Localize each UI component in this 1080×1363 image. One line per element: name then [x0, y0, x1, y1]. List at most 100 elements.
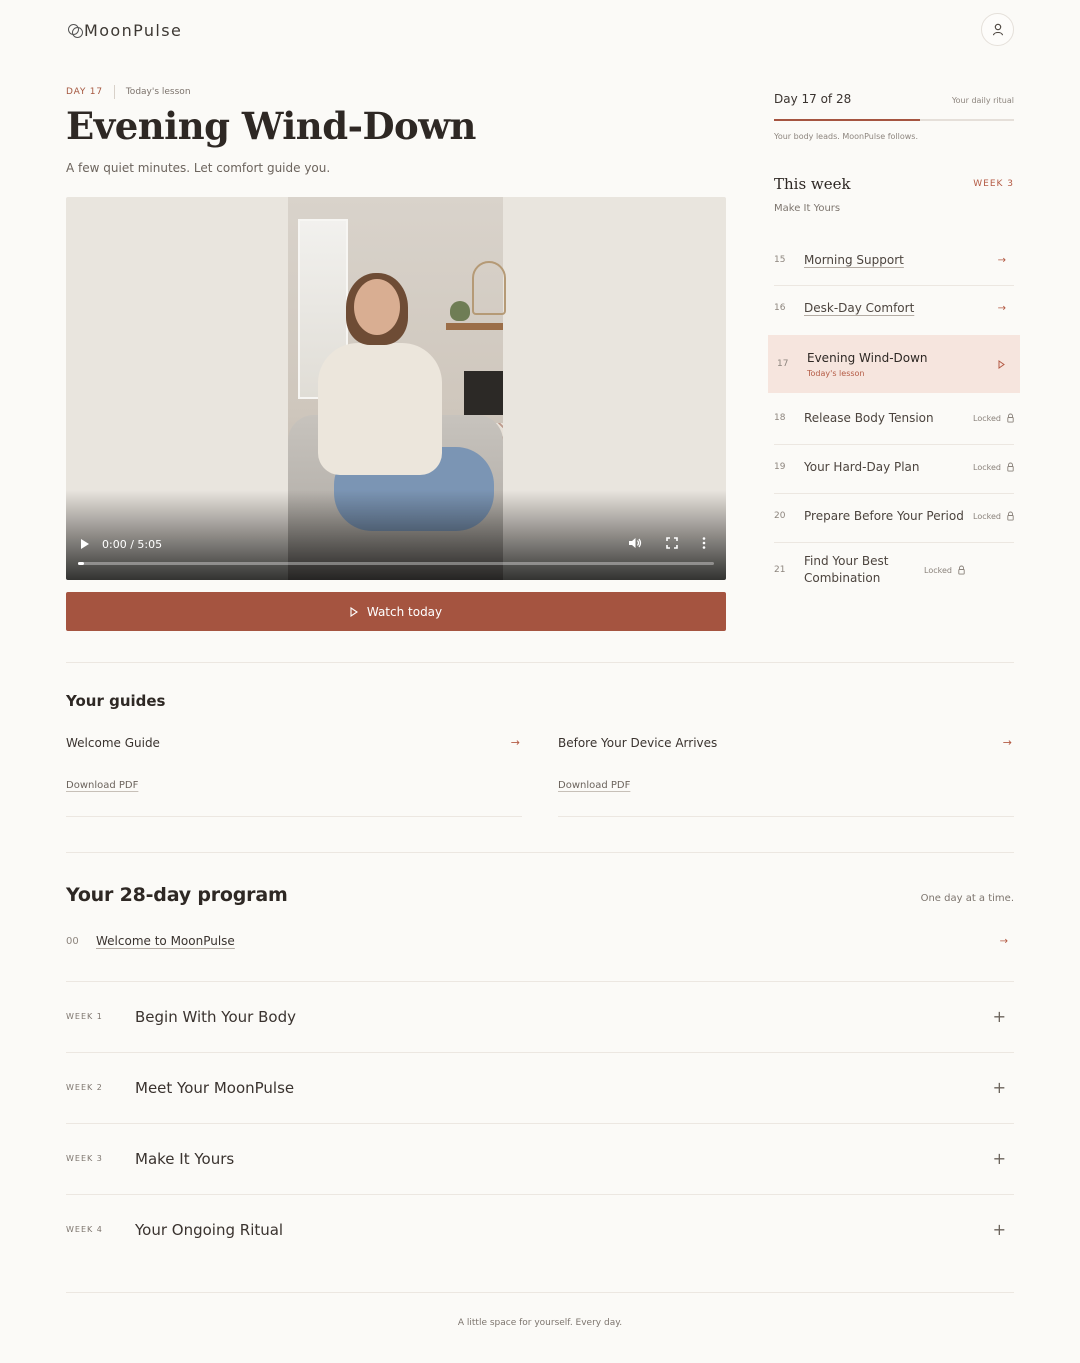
lock-icon: [958, 565, 965, 575]
guide-name[interactable]: Welcome Guide: [66, 736, 160, 750]
lesson-eyebrow: DAY 17 Today's lesson: [66, 85, 191, 99]
day-label: DAY 17: [66, 87, 103, 97]
week-accordion-1[interactable]: WEEK 1 Begin With Your Body +: [66, 1007, 1014, 1026]
locked-status: Locked: [973, 511, 1014, 521]
fullscreen-icon[interactable]: [666, 537, 678, 549]
divider: [66, 1052, 1014, 1053]
person-sweater: [318, 343, 442, 475]
lesson-item-16[interactable]: 16 Desk-Day Comfort →: [774, 301, 1014, 315]
today-label: Today's lesson: [125, 87, 191, 97]
lesson-name: Your Hard-Day Plan: [804, 460, 920, 474]
week-name: Meet Your MoonPulse: [135, 1078, 295, 1097]
lesson-number: 17: [777, 359, 789, 369]
lesson-name: Release Body Tension: [804, 411, 934, 425]
arrow-right-icon[interactable]: →: [511, 736, 520, 749]
section-divider: [66, 852, 1014, 853]
play-icon[interactable]: [80, 538, 90, 550]
play-outline-icon[interactable]: [998, 359, 1005, 369]
controls-overlay: [66, 490, 726, 580]
locked-label: Locked: [973, 462, 1001, 472]
week-accordion-3[interactable]: WEEK 3 Make It Yours +: [66, 1149, 1014, 1168]
lesson-number: 16: [774, 303, 786, 313]
footer-divider: [66, 1292, 1014, 1293]
download-pdf-link[interactable]: Download PDF: [66, 780, 138, 791]
week-accordion-4[interactable]: WEEK 4 Your Ongoing Ritual +: [66, 1220, 1014, 1239]
video-player[interactable]: 0:00 / 5:05: [66, 197, 726, 580]
lock-icon: [1007, 413, 1014, 423]
page-title: Evening Wind-Down: [66, 104, 476, 148]
guide-card-before-device[interactable]: Before Your Device Arrives → Download PD…: [558, 736, 1014, 817]
arrow-right-icon[interactable]: →: [1003, 736, 1012, 749]
play-outline-icon: [350, 606, 358, 617]
lock-icon: [1007, 462, 1014, 472]
brand-logo[interactable]: MoonPulse: [68, 20, 182, 40]
lesson-number: 20: [774, 511, 786, 521]
moonpulse-logo-icon: [68, 23, 83, 38]
lesson-item-15[interactable]: 15 Morning Support →: [774, 253, 1014, 267]
lesson-item-19: 19 Your Hard-Day Plan Locked: [774, 460, 1014, 474]
this-week-subtitle: Make It Yours: [774, 203, 841, 214]
divider: [774, 444, 1014, 445]
lesson-name[interactable]: Welcome to MoonPulse: [96, 934, 1000, 948]
lesson-item-18: 18 Release Body Tension Locked: [774, 411, 1014, 425]
video-time: 0:00 / 5:05: [102, 538, 163, 551]
lesson-name: Prepare Before Your Period: [804, 509, 964, 523]
lesson-number: 18: [774, 413, 786, 423]
welcome-lesson-row[interactable]: 00 Welcome to MoonPulse →: [66, 934, 1014, 948]
expand-plus-icon[interactable]: +: [993, 1078, 1006, 1097]
lesson-number: 00: [66, 935, 79, 947]
week-accordion-2[interactable]: WEEK 2 Meet Your MoonPulse +: [66, 1078, 1014, 1097]
guide-name[interactable]: Before Your Device Arrives: [558, 736, 717, 750]
arrow-right-icon: →: [997, 254, 1006, 266]
section-divider: [66, 662, 1014, 663]
divider: [774, 493, 1014, 494]
divider: [774, 285, 1014, 286]
video-progress-fill: [78, 562, 85, 565]
program-tagline: One day at a time.: [920, 893, 1014, 904]
lesson-item-17-active[interactable]: 17 Evening Wind-Down Today's lesson: [768, 335, 1020, 393]
program-title: Your 28-day program: [66, 884, 288, 906]
day-count: Day 17 of 28: [774, 92, 852, 106]
arrow-right-icon: →: [997, 302, 1006, 314]
volume-icon[interactable]: [628, 537, 642, 549]
locked-label: Locked: [973, 511, 1001, 521]
expand-plus-icon[interactable]: +: [993, 1149, 1006, 1168]
week-name: Begin With Your Body: [135, 1007, 296, 1026]
locked-status: Locked: [973, 413, 1014, 423]
video-progress-bar[interactable]: [78, 562, 714, 565]
watch-today-button[interactable]: Watch today: [66, 592, 726, 631]
divider: [66, 1194, 1014, 1195]
guide-card-welcome[interactable]: Welcome Guide → Download PDF: [66, 736, 522, 817]
account-button[interactable]: [981, 13, 1014, 46]
locked-label: Locked: [973, 413, 1001, 423]
week-label: WEEK 3: [66, 1154, 103, 1163]
person-face: [354, 279, 400, 335]
shelf: [446, 323, 503, 330]
expand-plus-icon[interactable]: +: [993, 1220, 1006, 1239]
lesson-name[interactable]: Morning Support: [804, 253, 998, 267]
divider: [774, 542, 1014, 543]
lesson-subtitle: A few quiet minutes. Let comfort guide y…: [66, 161, 331, 175]
divider: [66, 1123, 1014, 1124]
guides-title: Your guides: [66, 692, 166, 710]
this-week-title: This week: [774, 175, 851, 193]
week-label: WEEK 4: [66, 1225, 103, 1234]
lesson-name[interactable]: Desk-Day Comfort: [804, 301, 998, 315]
lesson-number: 21: [774, 565, 786, 575]
user-icon: [992, 23, 1003, 36]
download-pdf-link[interactable]: Download PDF: [558, 780, 630, 791]
expand-plus-icon[interactable]: +: [993, 1007, 1006, 1026]
lock-icon: [1007, 511, 1014, 521]
mirror: [472, 261, 506, 315]
lesson-item-20: 20 Prepare Before Your Period Locked: [774, 509, 1014, 523]
this-week-header: This week WEEK 3: [774, 175, 1014, 193]
more-options-icon[interactable]: [702, 537, 706, 549]
lesson-name-group: Evening Wind-Down Today's lesson: [807, 351, 998, 378]
program-progress-fill: [774, 119, 920, 121]
brand-name: MoonPulse: [84, 20, 183, 40]
current-week-label: WEEK 3: [973, 179, 1014, 189]
locked-label: Locked: [924, 565, 952, 575]
divider: [66, 981, 1014, 982]
divider: [113, 85, 115, 99]
week-label: WEEK 2: [66, 1083, 103, 1092]
